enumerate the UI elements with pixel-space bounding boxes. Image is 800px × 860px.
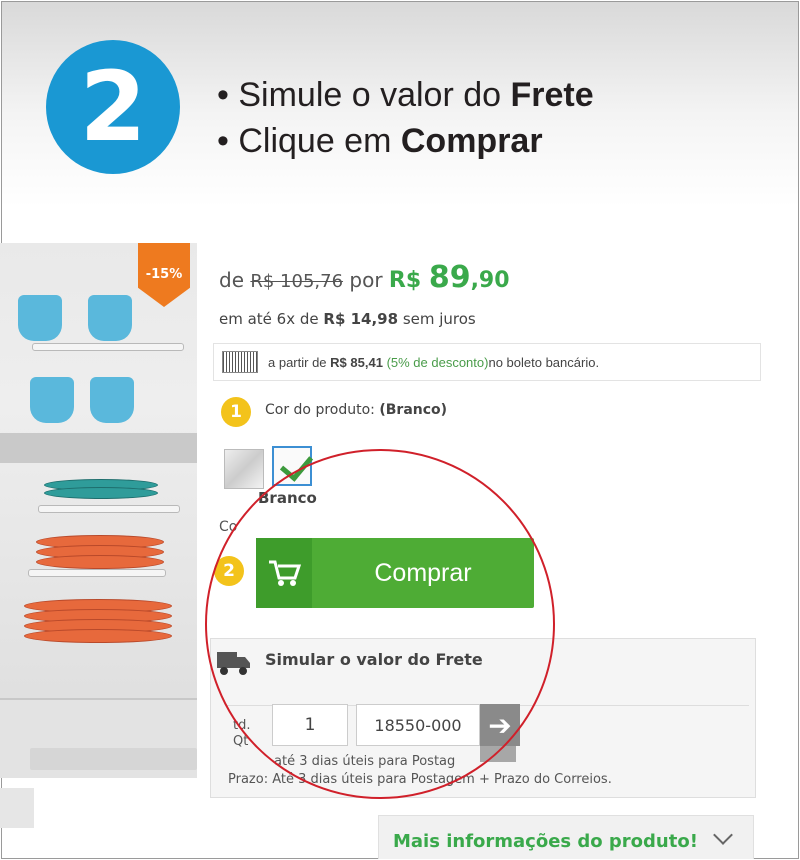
- shipping-title: Simular o valor do Frete: [265, 650, 483, 669]
- calculate-shipping-button[interactable]: ➔: [480, 704, 520, 746]
- step-number-badge: 2: [46, 40, 180, 174]
- quantity-label: td. Qt: [233, 718, 251, 749]
- instruction-line-1: • Simule o valor do Frete: [217, 76, 594, 114]
- cep-input[interactable]: [356, 704, 480, 746]
- check-icon: [279, 447, 314, 482]
- color-swatch-silver[interactable]: [224, 449, 264, 489]
- more-info-label: Mais informações do produto!: [393, 831, 698, 852]
- installment-info: em até 6x de R$ 14,98 sem juros: [219, 310, 476, 328]
- cart-icon: [256, 538, 312, 608]
- quantity-input[interactable]: [272, 704, 348, 746]
- truncated-label: Co: [219, 519, 238, 535]
- selected-color-name: Branco: [258, 489, 317, 507]
- boleto-info: a partir de R$ 85,41 (5% de desconto) no…: [213, 343, 761, 381]
- truck-icon: [216, 648, 252, 682]
- step-1-badge: 1: [221, 397, 251, 427]
- discount-badge: -15%: [138, 243, 190, 307]
- old-price: R$ 105,76: [250, 271, 344, 292]
- current-price: R$ 89,90: [388, 260, 510, 295]
- color-label: Cor do produto: (Branco): [265, 402, 448, 418]
- delivery-estimate: Prazo: Até 3 dias úteis para Postagem + …: [228, 772, 612, 787]
- price-line: de R$ 105,76 por R$ 89,90: [219, 260, 510, 295]
- buy-button-label: Comprar: [374, 558, 472, 587]
- step-2-badge: 2: [214, 556, 244, 586]
- thumbnail-placeholder[interactable]: [0, 788, 34, 828]
- instruction-line-2: • Clique em Comprar: [217, 122, 543, 160]
- product-image[interactable]: -15%: [0, 243, 197, 778]
- color-swatch-branco[interactable]: [272, 446, 314, 486]
- barcode-icon: [222, 351, 258, 373]
- instruction-bullets: • Simule o valor do Frete • Clique em Co…: [217, 72, 594, 164]
- buy-button[interactable]: Comprar: [256, 538, 534, 608]
- delivery-estimate-partial: até 3 dias úteis para Postag: [274, 754, 456, 769]
